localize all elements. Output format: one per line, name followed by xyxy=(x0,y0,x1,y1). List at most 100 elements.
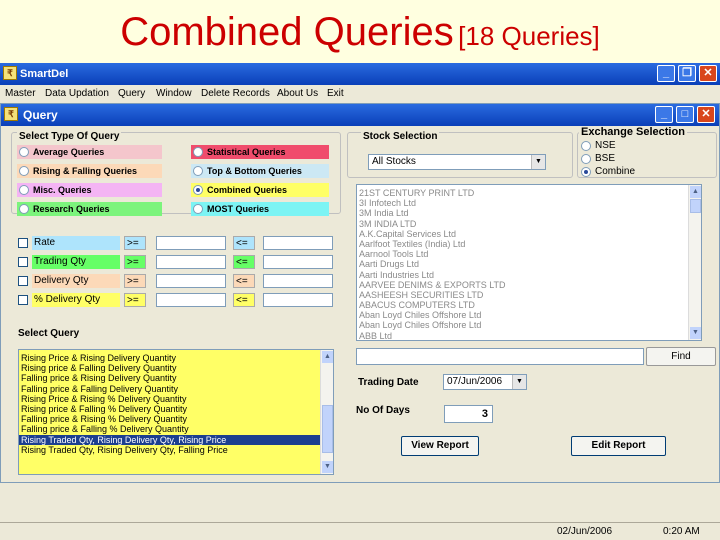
query-item[interactable]: Falling price & Falling Delivery Quantit… xyxy=(19,384,333,394)
menu-query[interactable]: Query xyxy=(118,88,145,99)
query-item[interactable]: Rising Traded Qty, Rising Delivery Qty, … xyxy=(19,445,333,455)
menu-about-us[interactable]: About Us xyxy=(277,88,318,99)
scroll-down-icon[interactable]: ▼ xyxy=(322,461,333,473)
restore-icon[interactable]: ❐ xyxy=(678,65,696,82)
radio-bse[interactable] xyxy=(581,154,591,164)
menu-data-updation[interactable]: Data Updation xyxy=(45,88,109,99)
query-type-top-bottom[interactable]: Top & Bottom Queries xyxy=(191,164,329,178)
pct-delivery-qty-min-input[interactable] xyxy=(156,293,226,307)
stock-dropdown[interactable]: All Stocks ▼ xyxy=(368,154,546,170)
exchange-combine[interactable]: Combine xyxy=(579,165,659,179)
query-maximize-icon[interactable]: □ xyxy=(676,106,694,123)
query-item[interactable]: Rising Price & Rising % Delivery Quantit… xyxy=(19,394,333,404)
stock-list[interactable]: 21ST CENTURY PRINT LTD 3I Infotech Ltd 3… xyxy=(356,184,702,341)
radio-combined[interactable] xyxy=(193,185,203,195)
stock-item[interactable]: Aarlfoot Textiles (India) Ltd xyxy=(357,239,701,249)
scroll-up-icon[interactable]: ▲ xyxy=(322,351,333,363)
pct-delivery-qty-checkbox[interactable] xyxy=(18,295,28,305)
delivery-qty-max-input[interactable] xyxy=(263,274,333,288)
pct-delivery-qty-max-input[interactable] xyxy=(263,293,333,307)
query-item[interactable]: Falling price & Rising % Delivery Quanti… xyxy=(19,414,333,424)
query-type-misc[interactable]: Misc. Queries xyxy=(17,183,162,197)
stock-scroll-down-icon[interactable]: ▼ xyxy=(690,327,701,339)
find-input[interactable] xyxy=(356,348,644,365)
scroll-thumb[interactable] xyxy=(322,405,333,453)
stock-item[interactable]: Aban Loyd Chiles Offshore Ltd xyxy=(357,320,701,330)
query-type-research[interactable]: Research Queries xyxy=(17,202,162,216)
stock-item[interactable]: 3I Infotech Ltd xyxy=(357,198,701,208)
menu-exit[interactable]: Exit xyxy=(327,88,344,99)
query-type-most[interactable]: MOST Queries xyxy=(191,202,329,216)
query-type-statistical[interactable]: Statistical Queries xyxy=(191,145,329,159)
stock-item[interactable]: Aban Loyd Chiles Offshore Ltd xyxy=(357,310,701,320)
stock-item[interactable]: ABB Ltd xyxy=(357,331,701,340)
exchange-nse[interactable]: NSE xyxy=(579,139,659,153)
query-close-icon[interactable]: ✕ xyxy=(697,106,715,123)
chevron-down-icon[interactable]: ▼ xyxy=(531,155,545,169)
delivery-qty-checkbox[interactable] xyxy=(18,276,28,286)
slide-title-sub: [18 Queries] xyxy=(458,21,600,51)
trading-qty-min-input[interactable] xyxy=(156,255,226,269)
stock-scroll-up-icon[interactable]: ▲ xyxy=(690,186,701,198)
rate-max-input[interactable] xyxy=(263,236,333,250)
query-list[interactable]: Rising Price & Rising Delivery Quantity … xyxy=(18,349,334,475)
radio-rising-falling[interactable] xyxy=(19,166,29,176)
query-type-average[interactable]: Average Queries xyxy=(17,145,162,159)
radio-top-bottom[interactable] xyxy=(193,166,203,176)
query-type-combined[interactable]: Combined Queries xyxy=(191,183,329,197)
menu-window[interactable]: Window xyxy=(156,88,192,99)
query-item[interactable]: Rising Price & Rising Delivery Quantity xyxy=(19,353,333,363)
no-of-days-input[interactable]: 3 xyxy=(444,405,493,423)
exchange-selection-label: Exchange Selection xyxy=(579,126,687,138)
radio-misc[interactable] xyxy=(19,185,29,195)
trading-date-picker[interactable]: 07/Jun/2006 ▼ xyxy=(443,374,527,390)
radio-research[interactable] xyxy=(19,204,29,214)
stock-item[interactable]: ABACUS COMPUTERS LTD xyxy=(357,300,701,310)
query-list-scrollbar[interactable]: ▲ ▼ xyxy=(320,350,333,474)
exchange-nse-label: NSE xyxy=(595,140,616,151)
app-logo-icon: ₹ xyxy=(3,66,17,80)
edit-report-button[interactable]: Edit Report xyxy=(571,436,666,456)
exchange-bse[interactable]: BSE xyxy=(579,152,659,166)
stock-item[interactable]: Aarnool Tools Ltd xyxy=(357,249,701,259)
query-type-rising-falling[interactable]: Rising & Falling Queries xyxy=(17,164,162,178)
stock-item[interactable]: A.K.Capital Services Ltd xyxy=(357,229,701,239)
query-item-selected[interactable]: Rising Traded Qty, Rising Delivery Qty, … xyxy=(19,434,333,445)
app-title: SmartDel xyxy=(20,68,69,80)
stock-scroll-thumb[interactable] xyxy=(690,199,701,213)
radio-nse[interactable] xyxy=(581,141,591,151)
query-type-statistical-label: Statistical Queries xyxy=(207,147,286,157)
radio-average[interactable] xyxy=(19,147,29,157)
menu-delete-records[interactable]: Delete Records xyxy=(201,88,270,99)
stock-list-scrollbar[interactable]: ▲ ▼ xyxy=(688,185,701,340)
radio-combine[interactable] xyxy=(581,167,591,177)
query-item[interactable]: Rising price & Falling % Delivery Quanti… xyxy=(19,404,333,414)
calendar-dropdown-icon[interactable]: ▼ xyxy=(512,375,526,389)
close-icon[interactable]: ✕ xyxy=(699,65,717,82)
stock-item[interactable]: AASHEESH SECURITIES LTD xyxy=(357,290,701,300)
stock-item[interactable]: Aarti Drugs Ltd xyxy=(357,259,701,269)
stock-item[interactable]: 3M India Ltd xyxy=(357,208,701,218)
query-minimize-icon[interactable]: _ xyxy=(655,106,673,123)
stock-item[interactable]: 3M INDIA LTD xyxy=(357,219,701,229)
query-item[interactable]: Falling price & Rising Delivery Quantity xyxy=(19,373,333,383)
radio-most[interactable] xyxy=(193,204,203,214)
rate-min-input[interactable] xyxy=(156,236,226,250)
stock-item[interactable]: 21ST CENTURY PRINT LTD xyxy=(357,188,701,198)
stock-item[interactable]: AARVEE DENIMS & EXPORTS LTD xyxy=(357,280,701,290)
menu-master[interactable]: Master xyxy=(5,88,36,99)
view-report-button[interactable]: View Report xyxy=(401,436,479,456)
query-item[interactable]: Falling price & Falling % Delivery Quant… xyxy=(19,424,333,434)
query-type-average-label: Average Queries xyxy=(33,147,105,157)
stock-item[interactable]: Aarti Industries Ltd xyxy=(357,270,701,280)
delivery-qty-min-input[interactable] xyxy=(156,274,226,288)
trading-qty-checkbox[interactable] xyxy=(18,257,28,267)
pct-delivery-qty-label: % Delivery Qty xyxy=(32,293,120,307)
find-button[interactable]: Find xyxy=(646,347,716,366)
minimize-icon[interactable]: _ xyxy=(657,65,675,82)
radio-statistical[interactable] xyxy=(193,147,203,157)
query-window-title: Query xyxy=(23,108,58,122)
trading-qty-max-input[interactable] xyxy=(263,255,333,269)
rate-checkbox[interactable] xyxy=(18,238,28,248)
query-item[interactable]: Rising price & Falling Delivery Quantity xyxy=(19,363,333,373)
